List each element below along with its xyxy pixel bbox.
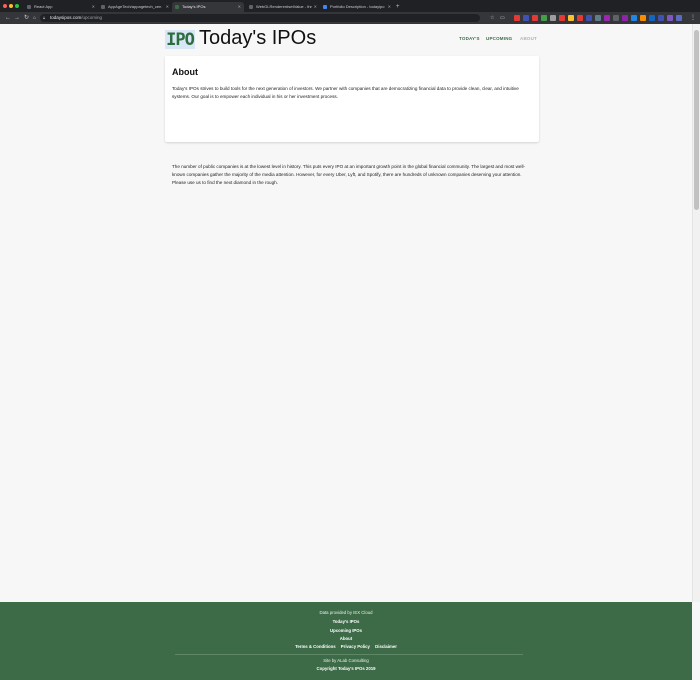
close-tab-icon[interactable]: ✕ (238, 2, 241, 12)
browser-tab[interactable]: AppAgeTech/appagetech_cen ✕ (98, 2, 172, 12)
browser-tab-bar: React App ✕ AppAgeTech/appagetech_cen ✕ … (0, 0, 700, 12)
lock-icon: 🔒︎ (43, 15, 46, 20)
tab-favicon-icon (249, 5, 253, 9)
close-window-button[interactable] (3, 4, 7, 8)
browser-extension-icon[interactable] (523, 15, 529, 21)
copyright: Copyright Today's IPOs 2019 (316, 666, 376, 671)
browser-extension-icon[interactable] (622, 15, 628, 21)
minimize-window-button[interactable] (9, 4, 13, 8)
tab-title: React App (34, 4, 53, 9)
browser-extension-icon[interactable] (532, 15, 538, 21)
data-credit[interactable]: Data provided by IEX Cloud (0, 610, 692, 615)
tab-favicon-icon (175, 5, 179, 9)
browser-extension-icon[interactable] (568, 15, 574, 21)
cast-icon[interactable]: ▭ (500, 13, 505, 23)
tab-title: WebGLRenderer#setValue - thr (256, 4, 312, 9)
browser-tab[interactable]: Portfolio Description - todayipo ✕ (320, 2, 394, 12)
browser-extension-icon[interactable] (586, 15, 592, 21)
tab-title: Today's IPOs (182, 4, 206, 9)
browser-extension-icon[interactable] (667, 15, 673, 21)
about-paragraph-1: Today's IPOs strives to build tools for … (172, 86, 519, 99)
browser-extension-icon[interactable] (541, 15, 547, 21)
tab-title: Portfolio Description - todayipo (330, 4, 385, 9)
menu-dots-icon[interactable]: ⋮ (690, 13, 696, 23)
about-card: About Today's IPOs strives to build tool… (165, 56, 539, 185)
browser-extension-icon[interactable] (658, 15, 664, 21)
close-tab-icon[interactable]: ✕ (388, 2, 391, 12)
close-tab-icon[interactable]: ✕ (166, 2, 169, 12)
browser-toolbar: ← → ↻ ⌂ 🔒︎ todaysipos.com/upcoming ☆ ▭ ⋮ (0, 12, 700, 24)
browser-extension-icon[interactable] (559, 15, 565, 21)
url-domain: todaysipos.com (50, 15, 82, 20)
browser-extension-icon[interactable] (577, 15, 583, 21)
browser-extension-icon[interactable] (613, 15, 619, 21)
footer-link-upcoming-ipos[interactable]: Upcoming IPOs (0, 628, 692, 633)
nav-link-upcoming[interactable]: UPCOMING (486, 36, 512, 41)
tab-title: AppAgeTech/appagetech_cen (108, 4, 162, 9)
footer-legal-links: Terms & Conditions Privacy Policy Discla… (0, 644, 692, 649)
home-icon[interactable]: ⌂ (33, 13, 36, 23)
url-path: /upcoming (81, 15, 103, 20)
site-logo[interactable]: IPO (165, 29, 195, 50)
browser-extension-icon[interactable] (514, 15, 520, 21)
maximize-window-button[interactable] (15, 4, 19, 8)
browser-extension-icon[interactable] (649, 15, 655, 21)
address-bar[interactable]: 🔒︎ todaysipos.com/upcoming (40, 14, 480, 22)
logo-text: IPO (166, 29, 195, 50)
new-tab-button[interactable]: + (396, 2, 400, 12)
nav-link-about[interactable]: ABOUT (520, 36, 537, 41)
browser-tab-active[interactable]: Today's IPOs ✕ (172, 2, 244, 12)
browser-extension-icon[interactable] (550, 15, 556, 21)
browser-tab[interactable]: React App ✕ (24, 2, 98, 12)
forward-arrow-icon[interactable]: → (14, 13, 20, 23)
nav-link-todays[interactable]: TODAY'S (459, 36, 480, 41)
tab-favicon-icon (101, 5, 105, 9)
site-footer: Data provided by IEX Cloud Today's IPOs … (0, 602, 692, 680)
terms-link[interactable]: Terms & Conditions (295, 644, 336, 649)
browser-extension-icon[interactable] (595, 15, 601, 21)
about-paragraph-2: The number of public companies is at the… (172, 164, 526, 185)
back-arrow-icon[interactable]: ← (5, 13, 11, 23)
tab-favicon-icon (27, 5, 31, 9)
privacy-policy-link[interactable]: Privacy Policy (341, 644, 370, 649)
scrollbar-thumb[interactable] (694, 30, 699, 210)
close-tab-icon[interactable]: ✕ (92, 2, 95, 12)
tab-favicon-icon (323, 5, 327, 9)
bookmark-star-icon[interactable]: ☆ (490, 13, 494, 23)
site-title[interactable]: Today's IPOs (199, 27, 316, 50)
about-heading: About (172, 67, 198, 77)
browser-extension-icon[interactable] (640, 15, 646, 21)
browser-tab[interactable]: WebGLRenderer#setValue - thr ✕ (246, 2, 320, 12)
footer-link-about[interactable]: About (0, 636, 692, 641)
browser-extension-icon[interactable] (676, 15, 682, 21)
disclaimer-link[interactable]: Disclaimer (375, 644, 397, 649)
browser-extension-icon[interactable] (604, 15, 610, 21)
close-tab-icon[interactable]: ✕ (314, 2, 317, 12)
reload-icon[interactable]: ↻ (24, 13, 29, 23)
site-credit[interactable]: Site by ALab Consulting (0, 658, 692, 663)
browser-extension-icon[interactable] (631, 15, 637, 21)
footer-divider (175, 654, 523, 655)
page-scrollbar[interactable] (692, 24, 700, 602)
footer-link-todays-ipos[interactable]: Today's IPOs (0, 619, 692, 624)
